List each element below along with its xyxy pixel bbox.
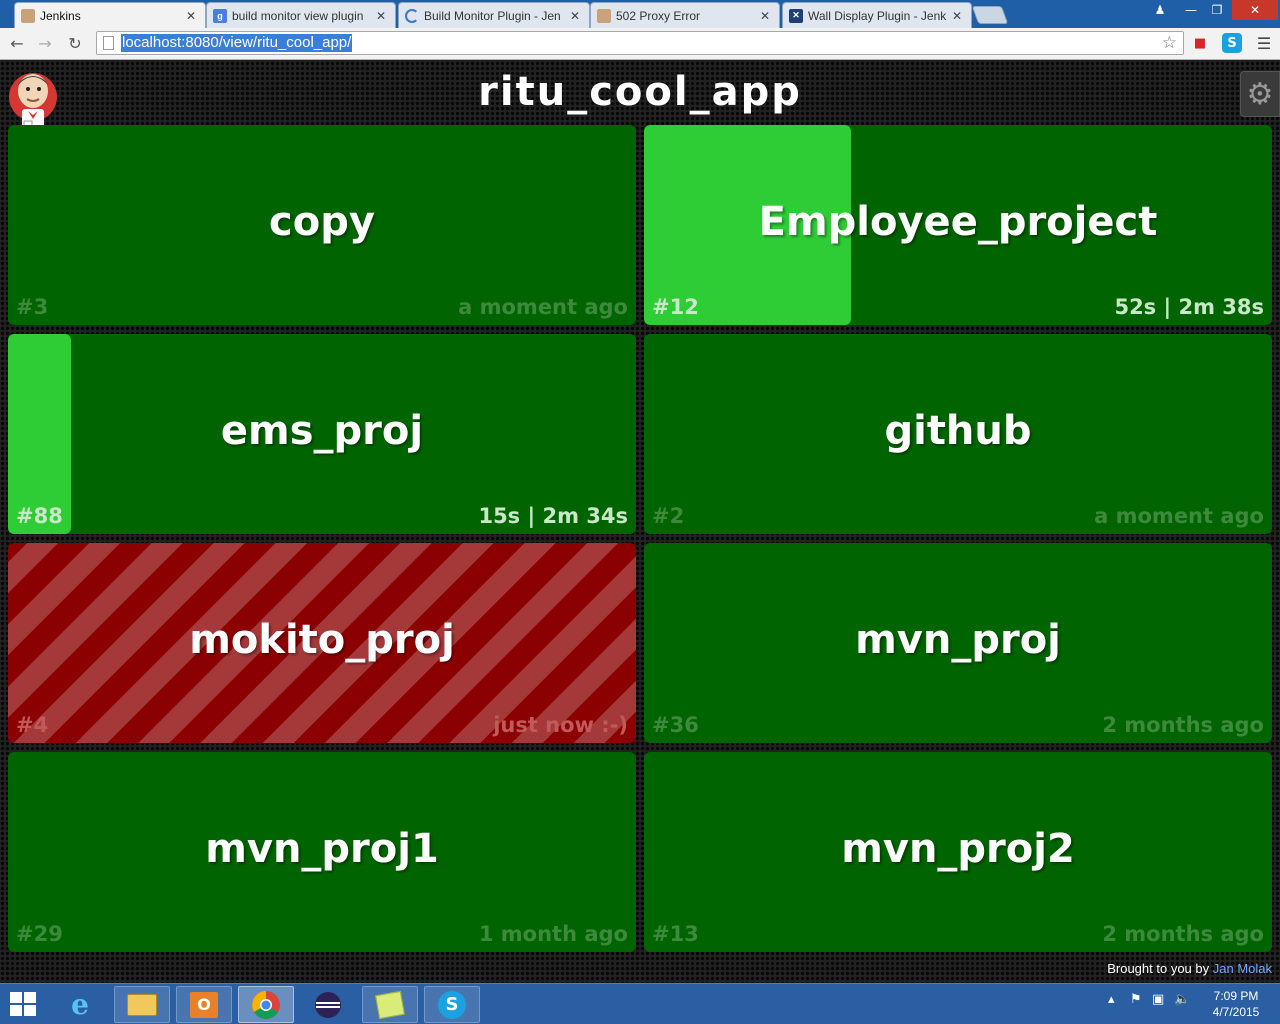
job-name: ems_proj bbox=[220, 408, 424, 454]
job-tile-mvn-proj[interactable]: mvn_proj #36 2 months ago bbox=[644, 543, 1272, 743]
tab-build-monitor-plugin[interactable]: Build Monitor Plugin - Jen ✕ bbox=[398, 2, 590, 28]
action-center-flag-icon[interactable]: ⚑ bbox=[1130, 992, 1142, 1007]
build-time: 2 months ago bbox=[1102, 922, 1264, 946]
tab-title: Wall Display Plugin - Jenk bbox=[808, 8, 947, 23]
jenkins-favicon-icon bbox=[21, 8, 35, 23]
outlook-icon[interactable]: O bbox=[176, 986, 232, 1023]
author-link[interactable]: Jan Molak bbox=[1213, 961, 1272, 976]
clock-date: 4/7/2015 bbox=[1212, 1005, 1260, 1019]
close-window-button[interactable]: ✕ bbox=[1232, 0, 1278, 20]
menu-icon[interactable]: ☰ bbox=[1254, 33, 1274, 53]
build-number: #12 bbox=[652, 295, 699, 319]
close-tab-icon[interactable]: ✕ bbox=[569, 9, 581, 23]
tab-title: build monitor view plugin bbox=[232, 8, 364, 23]
show-hidden-icons-arrow-icon[interactable]: ▴ bbox=[1108, 992, 1115, 1007]
back-arrow-icon[interactable]: ← bbox=[6, 32, 28, 54]
eclipse-icon[interactable] bbox=[300, 986, 356, 1023]
job-name: mokito_proj bbox=[189, 617, 455, 663]
build-number: #29 bbox=[16, 922, 63, 946]
view-title: ritu_cool_app bbox=[478, 69, 802, 115]
job-tile-copy[interactable]: copy #3 a moment ago bbox=[8, 125, 636, 325]
job-name: copy bbox=[269, 199, 375, 245]
google-favicon-icon: g bbox=[213, 8, 227, 23]
build-monitor: ritu_cool_app ⚙ copy #3 a moment ago Emp… bbox=[0, 61, 1280, 983]
close-tab-icon[interactable]: ✕ bbox=[185, 9, 197, 23]
tab-wall-display[interactable]: ✕ Wall Display Plugin - Jenk ✕ bbox=[782, 2, 972, 28]
loading-spinner-icon bbox=[405, 8, 419, 23]
user-profile-icon[interactable]: ♟ bbox=[1148, 0, 1172, 20]
tab-title: 502 Proxy Error bbox=[616, 8, 701, 23]
taskbar-clock[interactable]: 7:09 PM 4/7/2015 bbox=[1196, 988, 1276, 1020]
build-time: a moment ago bbox=[1094, 504, 1264, 528]
build-number: #2 bbox=[652, 504, 685, 528]
build-number: #88 bbox=[16, 504, 63, 528]
clock-time: 7:09 PM bbox=[1213, 989, 1259, 1003]
build-monitor-extension-icon[interactable]: ■ bbox=[1190, 33, 1210, 53]
job-name: mvn_proj bbox=[855, 617, 1061, 663]
tab-build-monitor-search[interactable]: g build monitor view plugin ✕ bbox=[206, 2, 396, 28]
network-icon[interactable]: ▣ bbox=[1152, 992, 1164, 1007]
wall-display-favicon-icon: ✕ bbox=[789, 8, 803, 23]
new-tab-button[interactable] bbox=[971, 6, 1009, 24]
footer-credit: Brought to you by Jan Molak bbox=[1107, 961, 1272, 976]
job-tile-github[interactable]: github #2 a moment ago bbox=[644, 334, 1272, 534]
close-tab-icon[interactable]: ✕ bbox=[951, 9, 963, 23]
build-duration: 52s | 2m 38s bbox=[1114, 295, 1264, 319]
forward-arrow-icon[interactable]: → bbox=[34, 32, 56, 54]
credit-prefix: Brought to you by bbox=[1107, 961, 1210, 976]
tab-title: Jenkins bbox=[40, 8, 81, 23]
minimize-button[interactable]: — bbox=[1178, 0, 1204, 20]
job-tile-mvn-proj2[interactable]: mvn_proj2 #13 2 months ago bbox=[644, 752, 1272, 952]
reload-icon[interactable]: ↻ bbox=[64, 32, 86, 54]
build-number: #13 bbox=[652, 922, 699, 946]
job-name: Employee_project bbox=[758, 199, 1158, 245]
job-tile-employee-project[interactable]: Employee_project #12 52s | 2m 38s bbox=[644, 125, 1272, 325]
windows-taskbar: e O S ▴ ⚑ ▣ 🔈 7:09 PM 4/7/2015 bbox=[0, 983, 1280, 1024]
tab-jenkins[interactable]: Jenkins ✕ bbox=[14, 2, 206, 28]
build-number: #4 bbox=[16, 713, 49, 737]
sticky-notes-icon[interactable] bbox=[362, 986, 418, 1023]
build-number: #3 bbox=[16, 295, 49, 319]
browser-tab-strip: Jenkins ✕ g build monitor view plugin ✕ … bbox=[0, 0, 1280, 28]
chrome-icon[interactable] bbox=[238, 986, 294, 1023]
job-tile-ems-proj[interactable]: ems_proj #88 15s | 2m 34s bbox=[8, 334, 636, 534]
settings-gear-icon[interactable]: ⚙ bbox=[1240, 71, 1280, 117]
file-explorer-icon[interactable] bbox=[114, 986, 170, 1023]
browser-toolbar: ← → ↻ localhost:8080/view/ritu_cool_app/… bbox=[0, 28, 1280, 60]
build-time: just now :-) bbox=[493, 713, 628, 737]
build-time: a moment ago bbox=[458, 295, 628, 319]
job-name: mvn_proj2 bbox=[841, 826, 1075, 872]
close-tab-icon[interactable]: ✕ bbox=[375, 9, 387, 23]
page-icon bbox=[103, 36, 114, 50]
restore-button[interactable]: ❐ bbox=[1204, 0, 1230, 20]
bookmark-star-icon[interactable]: ☆ bbox=[1162, 33, 1177, 53]
close-tab-icon[interactable]: ✕ bbox=[759, 9, 771, 23]
address-bar[interactable]: localhost:8080/view/ritu_cool_app/ ☆ bbox=[96, 31, 1184, 55]
skype-icon[interactable]: S bbox=[424, 986, 480, 1023]
internet-explorer-icon[interactable]: e bbox=[52, 986, 108, 1023]
volume-icon[interactable]: 🔈 bbox=[1174, 992, 1190, 1007]
build-time: 1 month ago bbox=[478, 922, 628, 946]
address-url[interactable]: localhost:8080/view/ritu_cool_app/ bbox=[121, 34, 353, 52]
job-tile-mokito-proj[interactable]: mokito_proj #4 just now :-) bbox=[8, 543, 636, 743]
build-time: 2 months ago bbox=[1102, 713, 1264, 737]
tab-proxy-error[interactable]: 502 Proxy Error ✕ bbox=[590, 2, 780, 28]
job-name: github bbox=[884, 408, 1032, 454]
tab-title: Build Monitor Plugin - Jen bbox=[424, 8, 561, 23]
build-number: #36 bbox=[652, 713, 699, 737]
skype-extension-icon[interactable]: S bbox=[1222, 33, 1242, 53]
build-duration: 15s | 2m 34s bbox=[478, 504, 628, 528]
windows-start-icon[interactable] bbox=[10, 992, 38, 1018]
job-tile-mvn-proj1[interactable]: mvn_proj1 #29 1 month ago bbox=[8, 752, 636, 952]
jenkins-favicon-icon bbox=[597, 8, 611, 23]
job-name: mvn_proj1 bbox=[205, 826, 439, 872]
